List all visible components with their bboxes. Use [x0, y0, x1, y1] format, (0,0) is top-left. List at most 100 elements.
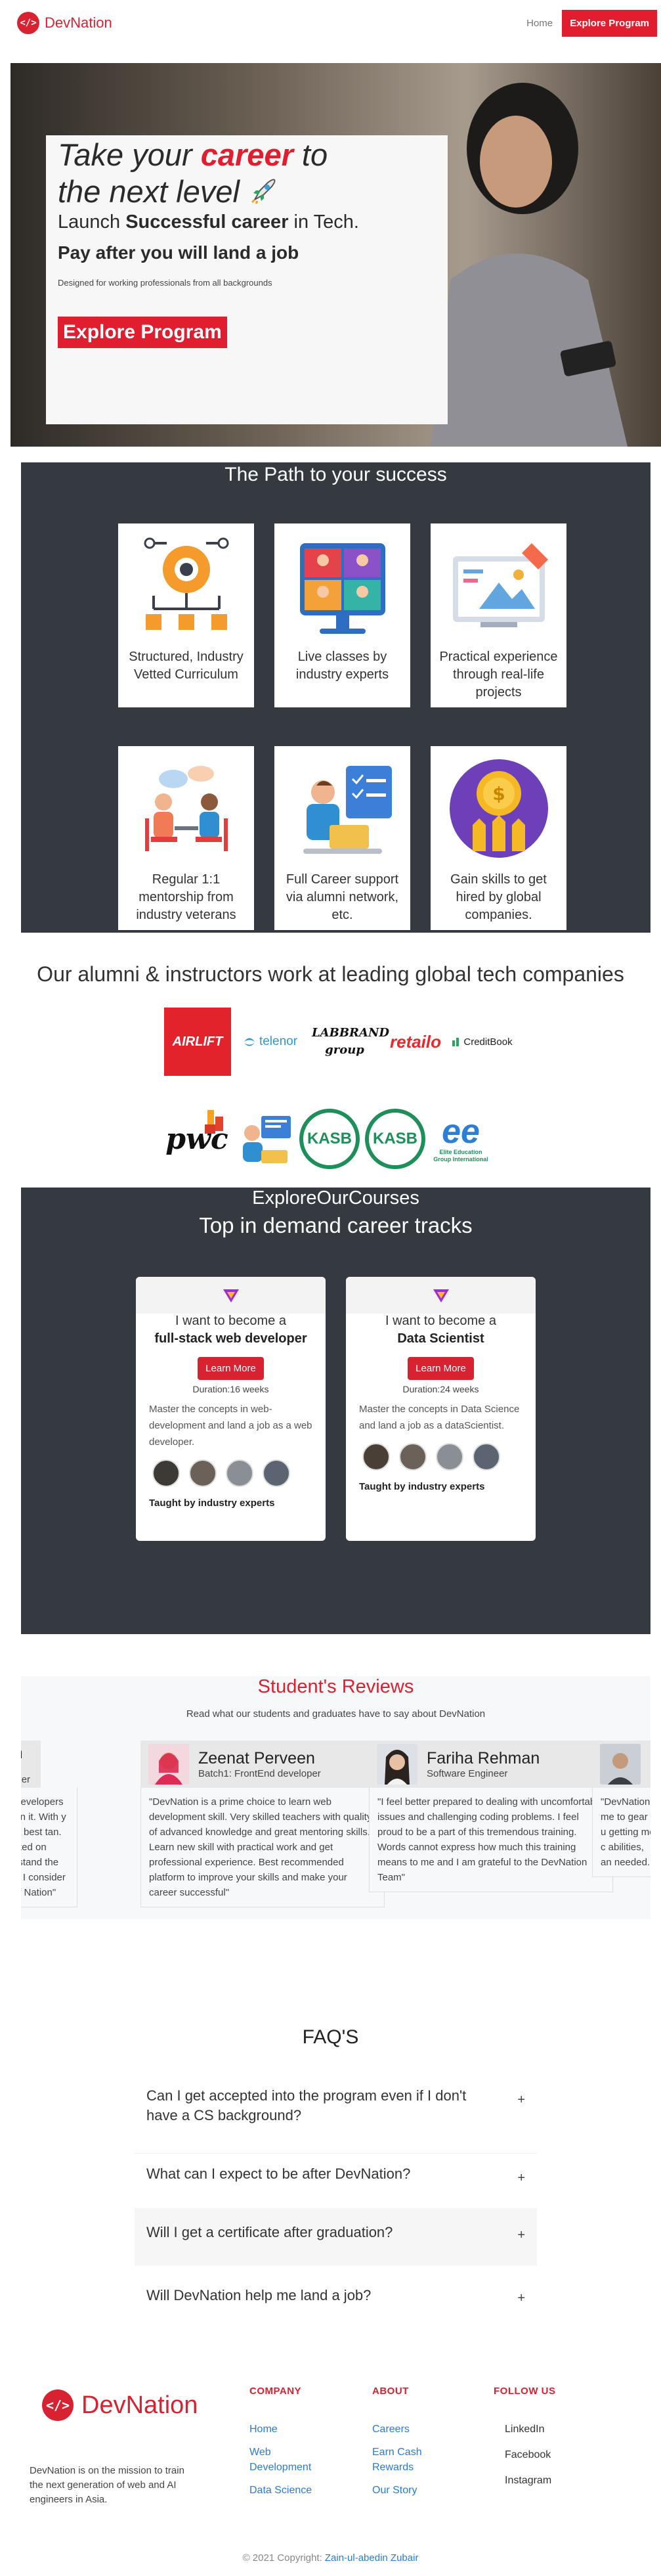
company-logo-text: retailo — [389, 1031, 442, 1052]
course-card-header — [346, 1277, 536, 1314]
footer-column-title: COMPANY — [249, 2386, 302, 2397]
review-card: "DevNation me to gear u getting me c abi… — [592, 1741, 650, 1877]
footer-link-careers[interactable]: Careers — [372, 2422, 431, 2437]
brand[interactable]: </> DevNation — [17, 12, 112, 34]
reviewer-name: Fariha Rehman — [427, 1749, 540, 1767]
hero-headline-part: Take your — [58, 137, 201, 172]
path-card: $ Gain skills to get hired by global com… — [431, 746, 566, 930]
reviews-title: Student's Reviews — [257, 1676, 414, 1697]
faq-item[interactable]: Will DevNation help me land a job? + — [135, 2271, 537, 2324]
elite-education-logo: ee Elite Education Group International — [431, 1106, 491, 1172]
path-card: Live classes by industry experts — [274, 523, 410, 707]
rocket-icon — [251, 179, 276, 204]
hero-explore-program-button[interactable]: Explore Program — [58, 317, 227, 348]
learn-more-button[interactable]: Learn More — [408, 1357, 474, 1380]
expand-plus-icon[interactable]: + — [517, 2225, 525, 2245]
reviewer-role: Batch1: FrontEnd developer — [198, 1768, 321, 1779]
retailo-logo: retailo — [386, 1022, 445, 1061]
instructor-avatars — [136, 1450, 326, 1487]
footer-column-title: FOLLOW US — [494, 2386, 556, 2397]
footer-link-data-science[interactable]: Data Science — [249, 2483, 322, 2498]
course-duration: Duration:24 weeks — [402, 1384, 479, 1394]
footer-link-linkedin[interactable]: LinkedIn — [494, 2422, 556, 2437]
reviewer-photo — [148, 1744, 189, 1785]
avatar — [152, 1459, 180, 1487]
review-text: n for developers to ert in it. With y it… — [21, 1788, 77, 1907]
companies-title: Our alumni & instructors work at leading… — [37, 962, 624, 986]
review-text: "DevNation me to gear u getting me c abi… — [592, 1788, 650, 1877]
faq-item[interactable]: Will I get a certificate after graduatio… — [135, 2208, 537, 2266]
footer-link-home[interactable]: Home — [249, 2422, 322, 2437]
avatar — [362, 1443, 390, 1471]
telenor-mark-icon — [244, 1038, 255, 1046]
faq-title: FAQ'S — [302, 2026, 359, 2048]
review-card: man re Engineer n for developers to ert … — [21, 1741, 77, 1907]
company-logo-text: KASB — [372, 1130, 417, 1147]
reviewer-role: re Engineer — [21, 1773, 31, 1785]
footer-company-column: COMPANY Home Web Development Data Scienc… — [249, 2386, 322, 2498]
nav-explore-program-button[interactable]: Explore Program — [562, 9, 657, 37]
hero-headline-line2: the next level — [58, 174, 240, 209]
footer-brand[interactable]: </> DevNation — [42, 2389, 198, 2421]
nav-links: Home Explore Program — [526, 9, 657, 37]
avatar — [473, 1443, 500, 1471]
svg-text:$: $ — [492, 783, 505, 805]
dev-illustration-logo — [235, 1109, 294, 1168]
reviews-subtitle: Read what our students and graduates hav… — [186, 1708, 486, 1720]
code-logo-icon: </> — [17, 12, 39, 34]
footer-link-instagram[interactable]: Instagram — [494, 2473, 556, 2488]
path-card-label: Gain skills to get hired by global compa… — [450, 872, 547, 922]
hero-launch-post: in Tech. — [288, 211, 359, 233]
path-card-label: Full Career support via alumni network, … — [286, 872, 399, 922]
footer-link-earn-cash-rewards[interactable]: Earn Cash Rewards — [372, 2445, 431, 2475]
avatar — [189, 1459, 217, 1487]
expand-plus-icon[interactable]: + — [517, 2288, 525, 2308]
path-title: The Path to your success — [224, 464, 447, 485]
company-logos-row-2: pwc KASB KASB ee Elite Education Group I… — [164, 1106, 491, 1172]
reviewer-photo — [600, 1744, 641, 1785]
faq-item[interactable]: What can I expect to be after DevNation?… — [135, 2153, 537, 2200]
review-header — [592, 1741, 650, 1788]
avatar — [399, 1443, 427, 1471]
creditbook-logo: CreditBook — [450, 1022, 513, 1061]
nav-home-link[interactable]: Home — [526, 18, 553, 29]
video-call-icon — [274, 523, 410, 648]
course-taught-label: Taught by industry experts — [149, 1498, 275, 1509]
reviewer-name: man — [21, 1744, 41, 1763]
review-text: "DevNation is a prime choice to learn we… — [140, 1788, 385, 1907]
faq-item[interactable]: Can I get accepted into the program even… — [135, 2076, 537, 2137]
footer-about-column: ABOUT Careers Earn Cash Rewards Our Stor… — [372, 2386, 431, 2498]
courses-kicker: ExploreOurCourses — [252, 1188, 419, 1209]
course-want-label: I want to become a — [385, 1314, 496, 1328]
coin-growth-icon: $ — [431, 746, 566, 871]
brand-name: DevNation — [45, 14, 112, 31]
company-logo-text: KASB — [307, 1130, 352, 1147]
course-description: Master the concepts in Data Science and … — [359, 1404, 520, 1431]
company-logo-subtext: Elite Education Group International — [433, 1149, 488, 1163]
course-want-label: I want to become a — [175, 1314, 286, 1328]
footer-link-our-story[interactable]: Our Story — [372, 2483, 431, 2498]
airlift-logo: AIRLIFT — [164, 1008, 231, 1076]
top-navbar: </> DevNation Home Explore Program — [0, 0, 661, 46]
path-card-label: Structured, Industry Vetted Curriculum — [129, 650, 244, 682]
footer-link-web-development[interactable]: Web Development — [249, 2445, 322, 2475]
expand-plus-icon[interactable]: + — [517, 2168, 525, 2188]
pwc-logo: pwc — [164, 1106, 230, 1172]
course-card-data-science: I want to become a Data Scientist Learn … — [346, 1277, 536, 1541]
code-logo-icon: </> — [42, 2389, 74, 2421]
hero-pay-line: Pay after you will land a job — [58, 242, 299, 263]
expand-plus-icon[interactable]: + — [517, 2090, 525, 2110]
course-duration: Duration:16 weeks — [192, 1384, 269, 1394]
faq-question: Will DevNation help me land a job? — [146, 2287, 372, 2303]
company-logo-text: LABBRAND group — [312, 1026, 390, 1057]
career-support-icon — [274, 746, 410, 871]
mentorship-icon — [118, 746, 254, 871]
footer: </> DevNation DevNation is on the missio… — [0, 2357, 661, 2576]
author-link[interactable]: Zain-ul-abedin Zubair — [325, 2552, 419, 2564]
footer-link-facebook[interactable]: Facebook — [494, 2447, 556, 2462]
hero-launch-line: Launch Successful career in Tech. — [58, 211, 448, 233]
learn-more-button[interactable]: Learn More — [198, 1357, 264, 1380]
hero-headline-accent: career — [200, 137, 293, 172]
copyright-text: © 2021 Copyright: — [242, 2552, 325, 2564]
review-header: Fariha Rehman Software Engineer — [369, 1741, 613, 1788]
